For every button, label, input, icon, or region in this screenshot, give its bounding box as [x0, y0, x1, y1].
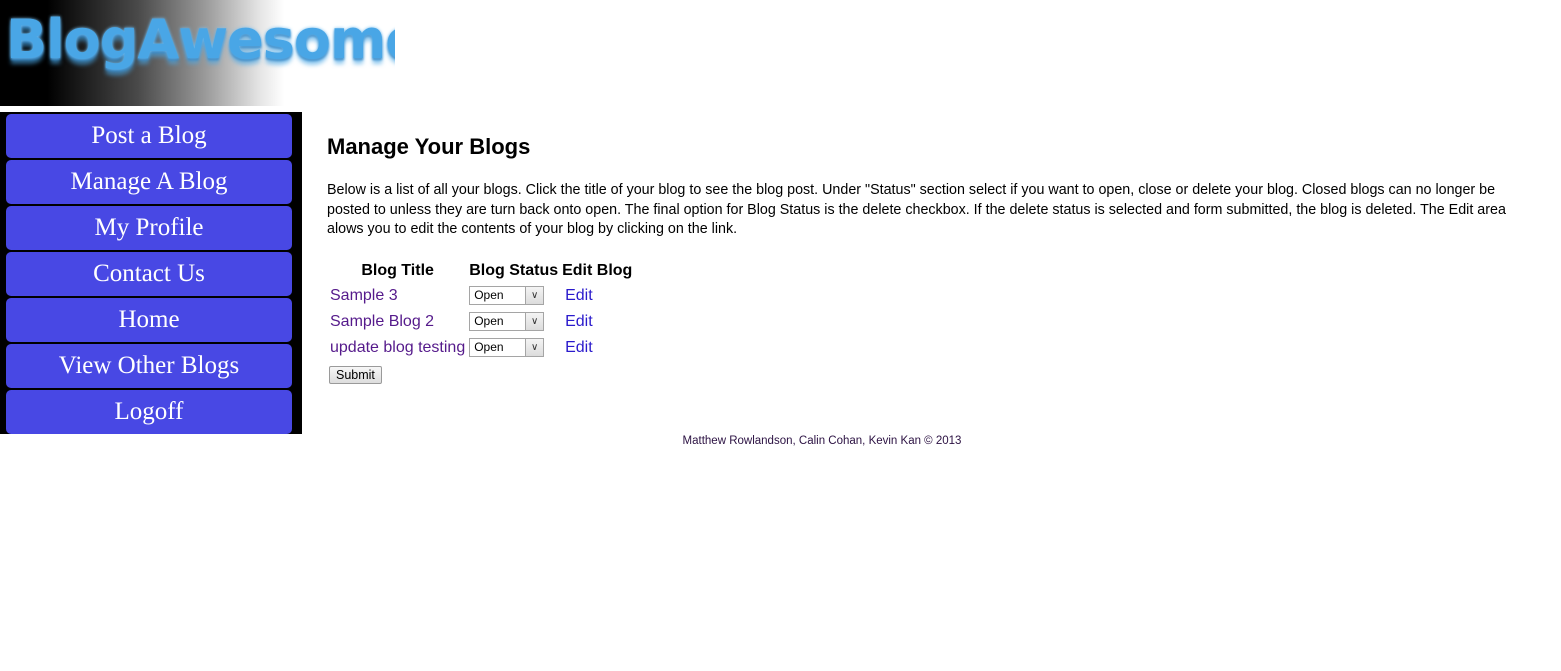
logo-text: BlogAwesome! — [6, 8, 395, 71]
blog-status-value: Open — [474, 288, 504, 302]
chevron-down-icon: ∨ — [525, 313, 544, 330]
edit-blog-link[interactable]: Edit — [562, 339, 593, 356]
sidebar-item-manage-a-blog[interactable]: Manage A Blog — [6, 160, 292, 204]
table-header-row: Blog Title Blog Status Edit Blog — [329, 260, 633, 282]
sidebar-nav: Post a Blog Manage A Blog My Profile Con… — [0, 112, 302, 434]
edit-blog-link[interactable]: Edit — [562, 287, 593, 304]
blog-status-select[interactable]: Open ∨ — [469, 312, 545, 331]
blog-title-link[interactable]: Sample 3 — [330, 287, 398, 304]
manage-blogs-form: Blog Title Blog Status Edit Blog Sample … — [327, 258, 1537, 384]
blog-title-link[interactable]: Sample Blog 2 — [330, 313, 434, 330]
blog-status-select[interactable]: Open ∨ — [469, 286, 545, 305]
logo[interactable]: BlogAwesome! — [0, 0, 395, 106]
table-row: update blog testing Open ∨ Edit — [329, 336, 633, 360]
intro-text: Below is a list of all your blogs. Click… — [327, 182, 1506, 237]
header-blog-status: Blog Status — [469, 261, 559, 279]
sidebar-item-contact-us[interactable]: Contact Us — [6, 252, 292, 296]
chevron-down-icon: ∨ — [525, 287, 544, 304]
sidebar-item-my-profile[interactable]: My Profile — [6, 206, 292, 250]
sidebar-item-logoff[interactable]: Logoff — [6, 390, 292, 434]
blog-status-select[interactable]: Open ∨ — [469, 338, 545, 357]
main-content: Manage Your Blogs Below is a list of all… — [327, 131, 1537, 384]
page: BlogAwesome! Post a Blog Manage A Blog M… — [0, 0, 1561, 671]
blogs-table: Blog Title Blog Status Edit Blog Sample … — [327, 258, 635, 362]
blog-title-link[interactable]: update blog testing — [330, 339, 465, 356]
header-edit-blog: Edit Blog — [562, 261, 633, 279]
chevron-down-icon: ∨ — [525, 339, 544, 356]
table-row: Sample Blog 2 Open ∨ Edit — [329, 310, 633, 334]
page-title: Manage Your Blogs — [327, 134, 531, 159]
table-row: Sample 3 Open ∨ Edit — [329, 284, 633, 308]
sidebar-item-post-a-blog[interactable]: Post a Blog — [6, 114, 292, 158]
blog-status-value: Open — [474, 314, 504, 328]
submit-button[interactable]: Submit — [329, 365, 382, 384]
sidebar-item-view-other-blogs[interactable]: View Other Blogs — [6, 344, 292, 388]
blog-status-value: Open — [474, 340, 504, 354]
edit-blog-link[interactable]: Edit — [562, 313, 593, 330]
header-blog-title: Blog Title — [361, 261, 434, 279]
sidebar-item-home[interactable]: Home — [6, 298, 292, 342]
footer-credits: Matthew Rowlandson, Calin Cohan, Kevin K… — [682, 435, 962, 447]
